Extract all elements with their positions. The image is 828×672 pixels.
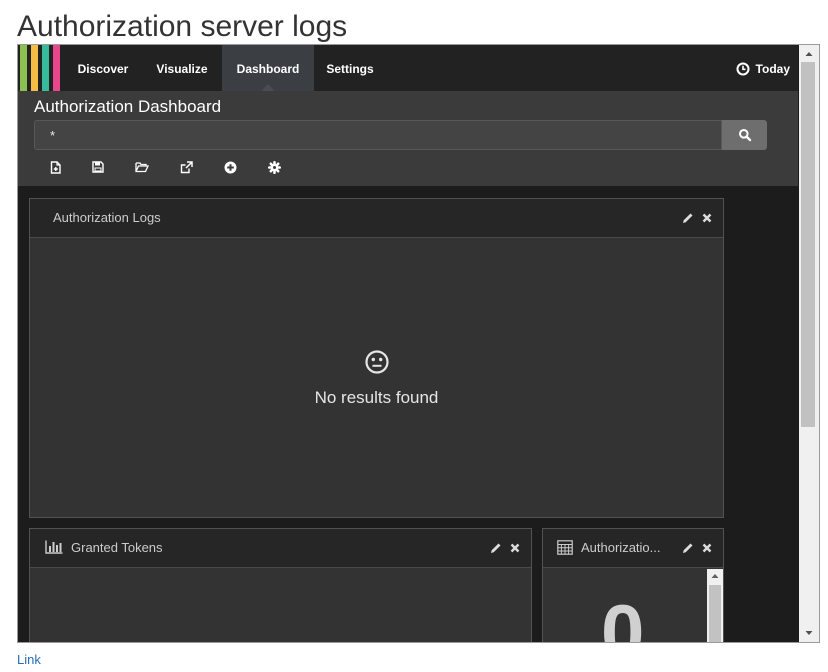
new-dashboard-icon[interactable] xyxy=(48,159,64,175)
scroll-down-icon[interactable] xyxy=(799,626,819,640)
nav-settings[interactable]: Settings xyxy=(314,45,386,91)
kibana-logo[interactable] xyxy=(20,45,64,91)
scroll-up-icon[interactable] xyxy=(799,47,819,61)
add-panel-icon[interactable] xyxy=(222,159,238,175)
panel-title: Authorization Logs xyxy=(53,210,161,225)
nav-discover-label: Discover xyxy=(77,62,129,76)
dashboard-header: Authorization Dashboard xyxy=(18,91,798,186)
edit-pencil-icon[interactable] xyxy=(682,541,694,553)
top-navbar: Discover Visualize Dashboard Settings To… xyxy=(18,45,798,91)
panel-scrollbar[interactable] xyxy=(707,569,723,642)
search-button[interactable] xyxy=(722,120,767,150)
nav-dashboard[interactable]: Dashboard xyxy=(222,45,314,91)
open-folder-icon[interactable] xyxy=(134,159,150,175)
save-icon[interactable] xyxy=(90,159,106,175)
nav-visualize-label: Visualize xyxy=(156,62,208,76)
clock-icon xyxy=(736,62,750,76)
nav-dashboard-label: Dashboard xyxy=(236,62,300,76)
close-icon[interactable] xyxy=(701,541,713,553)
kibana-app: Discover Visualize Dashboard Settings To… xyxy=(18,45,798,642)
frame-scrollbar[interactable] xyxy=(799,45,819,642)
edit-pencil-icon[interactable] xyxy=(682,211,694,223)
nav-visualize[interactable]: Visualize xyxy=(142,45,222,91)
calculator-icon xyxy=(557,540,573,560)
search-icon xyxy=(738,129,751,142)
panel-header: Granted Tokens xyxy=(30,529,531,568)
time-label: Today xyxy=(755,62,790,76)
no-results: No results found xyxy=(30,349,723,408)
panel-scroll-thumb[interactable] xyxy=(709,585,721,642)
query-input[interactable] xyxy=(34,120,722,150)
bar-chart-icon xyxy=(45,540,63,559)
page-title: Authorization server logs xyxy=(17,10,348,43)
time-picker[interactable]: Today xyxy=(736,45,790,91)
panel-granted-tokens: Granted Tokens xyxy=(29,528,532,642)
panel-header: Authorization Logs xyxy=(30,199,723,238)
panel-title: Authorizatio... xyxy=(581,540,661,555)
close-icon[interactable] xyxy=(701,211,713,223)
edit-pencil-icon[interactable] xyxy=(490,541,502,553)
panel-authorization-logs: Authorization Logs No results found xyxy=(29,198,724,518)
scroll-thumb[interactable] xyxy=(801,62,815,427)
share-icon[interactable] xyxy=(178,159,194,175)
no-results-text: No results found xyxy=(314,388,439,407)
footer-link[interactable]: Link xyxy=(17,652,41,667)
settings-gear-icon[interactable] xyxy=(266,159,282,175)
panel-title: Granted Tokens xyxy=(71,540,163,555)
nav-discover[interactable]: Discover xyxy=(64,45,142,91)
scroll-up-icon[interactable] xyxy=(707,569,723,583)
dashboard-title: Authorization Dashboard xyxy=(34,97,222,116)
close-icon[interactable] xyxy=(509,541,521,553)
kibana-iframe: Discover Visualize Dashboard Settings To… xyxy=(17,44,820,643)
frown-face-icon xyxy=(364,350,389,374)
active-caret xyxy=(261,84,275,91)
panel-authorization-count: Authorizatio... 0 xyxy=(542,528,724,642)
panel-header: Authorizatio... xyxy=(543,529,723,568)
nav-settings-label: Settings xyxy=(326,62,374,76)
metric-value: 0 xyxy=(601,588,645,642)
